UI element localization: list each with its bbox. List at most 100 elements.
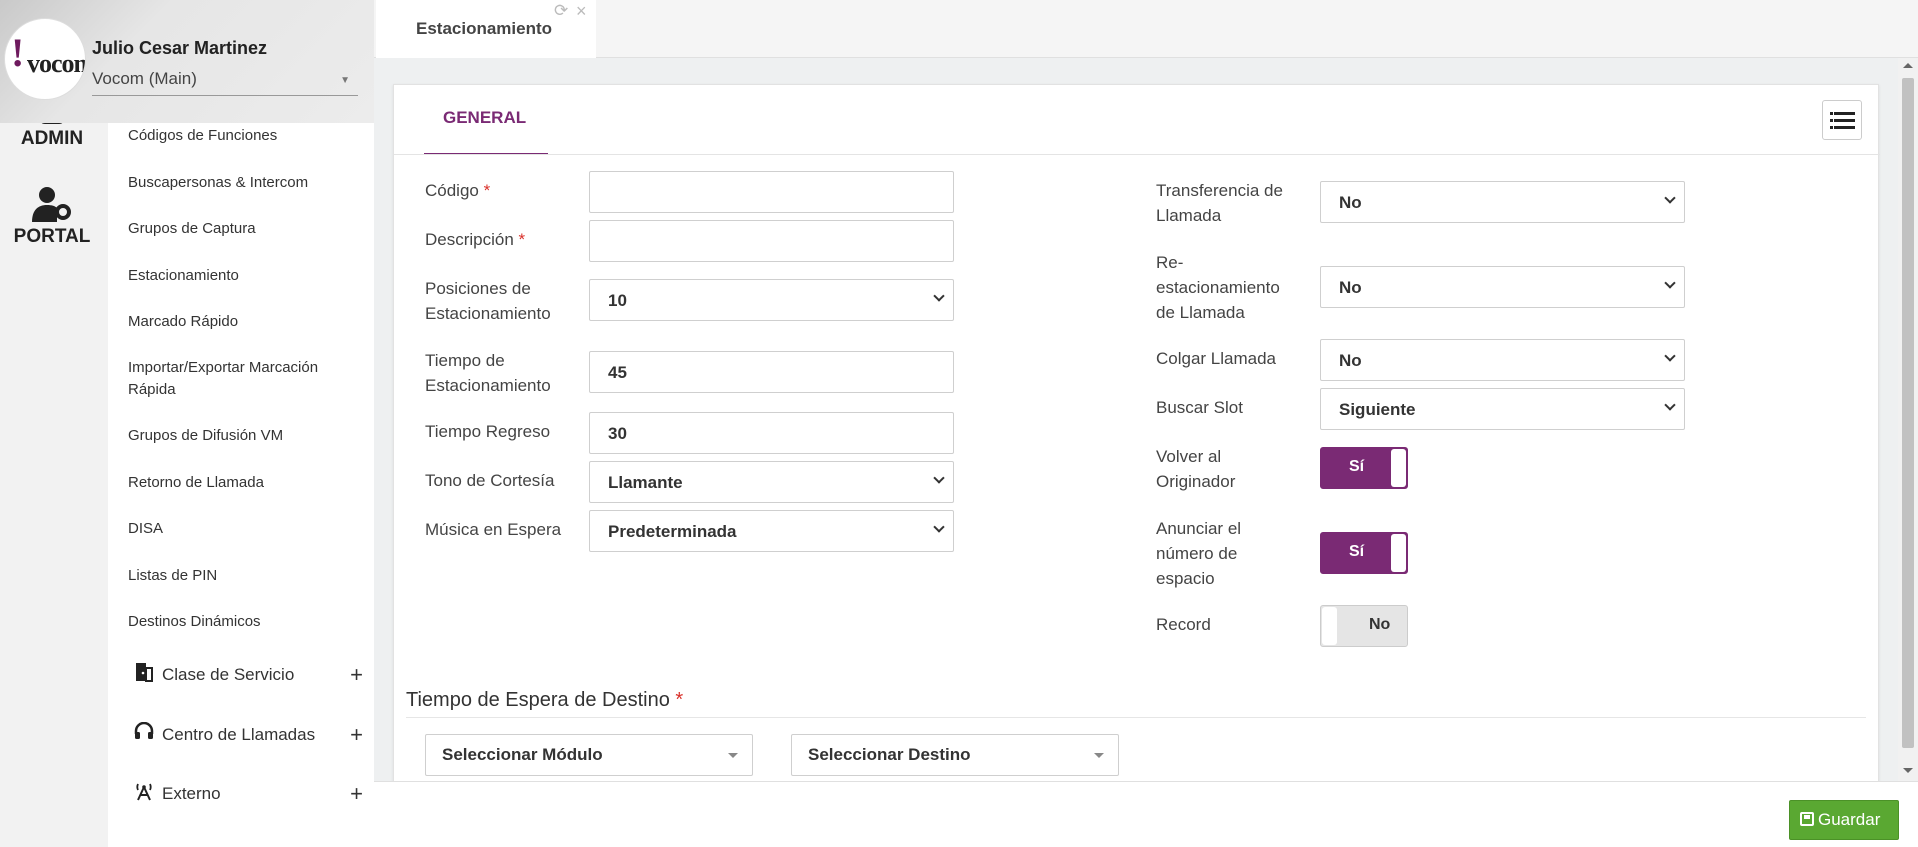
rail-portal-label: PORTAL [13,226,91,247]
tiempo-regreso-field[interactable]: 30 [589,412,954,454]
codigo-label: Código * [425,181,491,200]
tenant-select[interactable]: Vocom (Main) ▼ [92,69,358,96]
save-icon [1800,812,1814,826]
module-select[interactable]: Seleccionar Módulo [425,734,753,776]
rail-admin-label: ADMIN [20,128,84,149]
sidebar-group-label: Centro de Llamadas [162,724,316,744]
scroll-down-arrow[interactable] [1903,768,1913,773]
tono-cortesia-value: Llamante [608,473,683,492]
colgar-llamada-label: Colgar Llamada [1156,349,1277,368]
anunciar-numero-toggle[interactable]: Sí [1320,532,1408,574]
sidebar-item-listas-pin[interactable]: Listas de PIN [128,565,358,587]
toggle-knob [1322,607,1337,645]
toggle-state: No [1369,616,1391,633]
scrollbar[interactable] [1898,58,1918,781]
buscar-slot-label: Buscar Slot [1156,398,1243,417]
section-divider [406,717,1866,718]
panel-divider [394,154,1880,155]
buscar-slot-select[interactable]: Siguiente [1320,388,1685,430]
sidebar-group-label: Clase de Servicio [162,664,295,684]
module-rail: ADMIN PORTAL [0,0,108,847]
scroll-up-arrow[interactable] [1903,63,1913,68]
chevron-down-icon [933,290,945,302]
expand-plus-icon[interactable]: + [350,662,363,688]
user-name: Julio Cesar Martinez [92,38,268,58]
posiciones-select[interactable]: 10 [589,279,954,321]
descripcion-field[interactable] [589,220,954,262]
save-button[interactable]: Guardar [1789,800,1899,840]
colgar-llamada-value: No [1339,351,1362,370]
descripcion-label: Descripción * [425,230,526,249]
expand-plus-icon[interactable]: + [350,781,363,807]
transferencia-value: No [1339,193,1362,212]
volver-originador-toggle[interactable]: Sí [1320,447,1408,489]
sidebar-group-externo[interactable]: Externo + [133,781,363,806]
toggle-state: Sí [1349,458,1365,475]
reestacionamiento-select[interactable]: No [1320,266,1685,308]
caret-down-icon: ▼ [340,75,350,86]
tono-cortesia-select[interactable]: Llamante [589,461,954,503]
sidebar-item-importar-exportar[interactable]: Importar/Exportar Marcación Rápida [128,357,358,401]
record-label: Record [1156,615,1211,634]
codigo-field[interactable] [589,171,954,213]
record-toggle[interactable]: No [1320,605,1408,647]
sidebar-item-estacionamiento[interactable]: Estacionamiento [128,265,358,287]
destination-section-title: Tiempo de Espera de Destino * [406,689,684,711]
headset-icon [133,721,155,747]
buscar-slot-value: Siguiente [1339,400,1416,419]
sidebar-item-destinos-dinamicos[interactable]: Destinos Dinámicos [128,611,358,633]
colgar-llamada-select[interactable]: No [1320,339,1685,381]
chevron-down-icon [1664,399,1676,411]
module-select-placeholder: Seleccionar Módulo [442,745,603,764]
musica-espera-value: Predeterminada [608,522,737,541]
transferencia-label: Transferencia de Llamada [1156,181,1283,225]
form-panel: GENERAL Código * Descripción * Posicione… [393,84,1880,784]
footer-bar: Guardar [374,781,1918,847]
tab-general[interactable]: GENERAL [424,85,548,155]
tiempo-estacionamiento-field[interactable]: 45 [589,351,954,393]
company-logo: vocom [27,49,85,78]
sidebar-item-disa[interactable]: DISA [128,518,358,540]
toggle-state: Sí [1349,543,1365,560]
user-gear-icon [32,187,71,222]
sidebar: Códigos de Funciones Buscapersonas & Int… [108,0,374,847]
sidebar-item-grupos-difusion[interactable]: Grupos de Difusión VM [128,425,358,447]
expand-plus-icon[interactable]: + [350,722,363,748]
volver-originador-label: Volver al Originador [1156,447,1236,491]
destination-select-placeholder: Seleccionar Destino [808,745,971,764]
sidebar-group-clase-servicio[interactable]: Clase de Servicio + [133,662,363,687]
close-icon[interactable]: × [576,1,587,22]
sidebar-group-label: Externo [162,783,221,803]
sidebar-item-retorno-llamada[interactable]: Retorno de Llamada [128,472,358,494]
reestacionamiento-label: Re-estacionamiento de Llamada [1156,253,1280,322]
tab-estacionamiento[interactable]: Estacionamiento ⟳ × [376,0,596,58]
transferencia-select[interactable]: No [1320,181,1685,223]
scroll-thumb[interactable] [1902,78,1914,748]
door-icon [133,662,155,687]
chevron-down-icon [1664,277,1676,289]
caret-down-icon [1094,753,1104,758]
user-header: ! vocom Julio Cesar Martinez Vocom (Main… [0,0,374,123]
tiempo-estacionamiento-label: Tiempo de Estacionamiento [425,351,551,395]
sidebar-item-codigos-funciones[interactable]: Códigos de Funciones [128,125,358,147]
toggle-knob [1391,449,1406,487]
sidebar-group-centro-llamadas[interactable]: Centro de Llamadas + [133,722,363,747]
musica-espera-select[interactable]: Predeterminada [589,510,954,552]
chevron-down-icon [933,521,945,533]
sidebar-item-marcado-rapido[interactable]: Marcado Rápido [128,311,358,333]
list-menu-button[interactable] [1822,100,1862,140]
tab-general-label: GENERAL [443,108,527,127]
save-button-label: Guardar [1818,810,1881,829]
caret-down-icon [728,753,738,758]
anunciar-numero-label: Anunciar el número de espacio [1156,519,1242,588]
tab-title: Estacionamiento [416,19,553,38]
logo-mark: ! [11,30,25,75]
sidebar-item-grupos-captura[interactable]: Grupos de Captura [128,218,358,240]
sidebar-item-buscapersonas[interactable]: Buscapersonas & Intercom [128,172,358,194]
chevron-down-icon [1664,350,1676,362]
refresh-icon[interactable]: ⟳ [554,1,568,21]
tab-bar: Estacionamiento ⟳ × [374,0,1918,58]
antenna-icon [133,781,155,806]
destination-select[interactable]: Seleccionar Destino [791,734,1119,776]
rail-portal[interactable]: PORTAL [0,186,104,248]
